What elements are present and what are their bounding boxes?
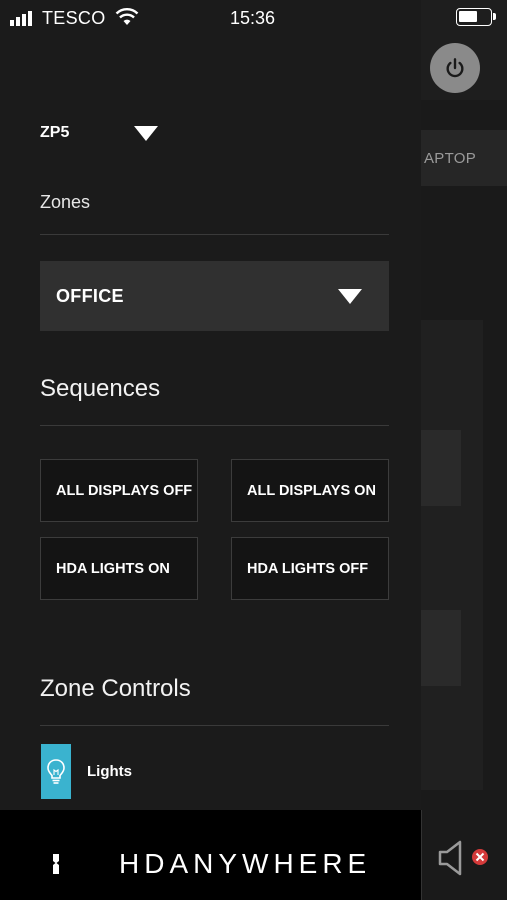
brand-logo-text: HDANYWHERE — [119, 848, 372, 879]
background-card — [421, 430, 461, 506]
triangle-down-icon — [338, 289, 362, 304]
tab-laptop[interactable]: APTOP — [421, 130, 507, 186]
zone-selected-value: OFFICE — [56, 286, 124, 306]
speaker-muted-icon — [438, 840, 488, 876]
device-name: ZP5 — [40, 124, 70, 141]
divider — [40, 725, 389, 726]
zones-label: Zones — [40, 192, 91, 212]
zone-control-lights[interactable]: Lights — [40, 744, 389, 799]
zone-controls-title: Zone Controls — [40, 675, 191, 702]
battery-tip — [493, 13, 496, 20]
tab-laptop-label: APTOP — [424, 149, 477, 167]
carrier-name: TESCO — [42, 8, 106, 28]
clock: 15:36 — [230, 8, 276, 28]
background-panel — [421, 320, 483, 790]
mute-button[interactable] — [436, 838, 492, 878]
hda-lights-on-button[interactable]: HDA LIGHTS ON — [40, 537, 198, 600]
zone-control-label: Lights — [87, 763, 132, 780]
zone-dropdown[interactable]: OFFICE — [40, 261, 389, 331]
battery-icon — [456, 8, 492, 26]
all-displays-off-button[interactable]: ALL DISPLAYS OFF — [40, 459, 198, 522]
device-selector[interactable]: ZP5 — [40, 120, 170, 148]
navigation-drawer: ZP5 Zones OFFICE Sequences ALL DISPLAYS … — [0, 0, 421, 810]
hdanywhere-logo-icon — [53, 854, 59, 874]
power-button[interactable] — [430, 43, 480, 93]
sequences-title: Sequences — [40, 375, 161, 402]
hda-lights-off-button[interactable]: HDA LIGHTS OFF — [231, 537, 389, 600]
power-icon — [446, 58, 464, 78]
signal-strength-icon — [10, 11, 32, 26]
divider — [40, 234, 389, 235]
wifi-icon — [115, 8, 139, 25]
background-card — [421, 610, 461, 686]
all-displays-on-button[interactable]: ALL DISPLAYS ON — [231, 459, 389, 522]
lightbulb-icon — [41, 744, 71, 799]
divider — [40, 425, 389, 426]
status-bar: TESCO 15:36 — [0, 0, 507, 36]
triangle-down-icon — [134, 126, 158, 141]
